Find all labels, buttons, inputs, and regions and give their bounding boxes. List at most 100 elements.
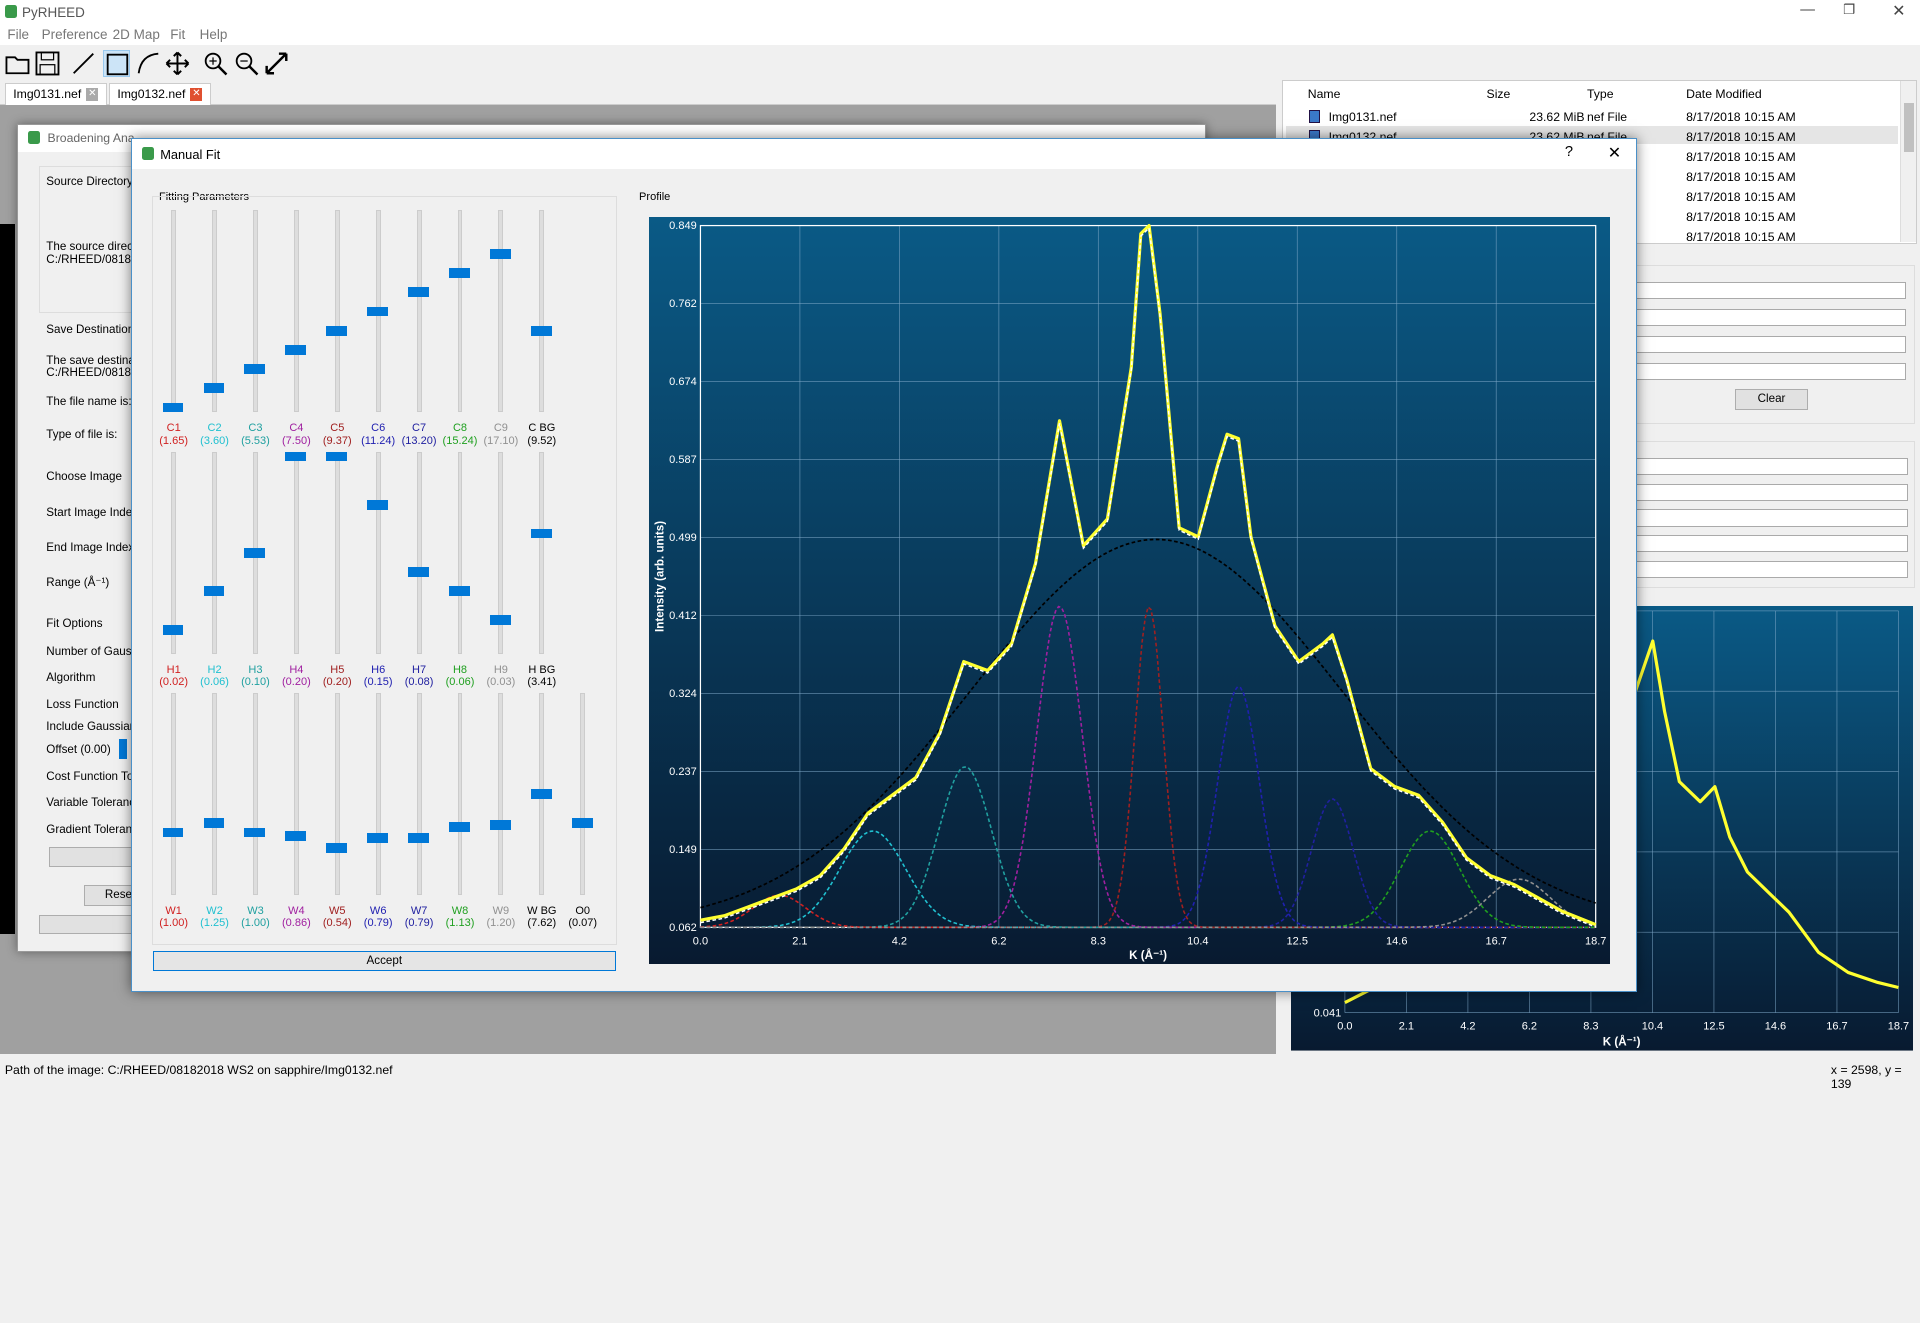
tab-img0131[interactable]: Img0131.nef ✕ — [4, 83, 107, 106]
slider-handle[interactable] — [326, 451, 348, 462]
slider-w3[interactable]: W3 (1.00) — [235, 692, 277, 934]
slider-track[interactable] — [375, 451, 381, 654]
profile-chart[interactable]: 0.0 2.1 4.2 6.2 8.3 10.4 12.5 14.6 16.7 18.7 0.849… — [648, 216, 1611, 964]
right-input-8[interactable] — [1636, 535, 1909, 553]
slider-track[interactable] — [416, 451, 422, 654]
slider-track[interactable] — [539, 210, 545, 413]
slider-track[interactable] — [171, 210, 177, 413]
slider-handle[interactable] — [530, 325, 552, 336]
slider-h1[interactable]: H1 (0.02) — [153, 451, 195, 693]
tab-img0132[interactable]: Img0132.nef ✕ — [108, 83, 211, 106]
col-type[interactable]: Type — [1587, 87, 1614, 101]
slider-c7[interactable]: C7 (13.20) — [398, 210, 440, 451]
menu-help[interactable]: Help — [200, 27, 228, 42]
restore-icon[interactable]: ❐ — [1843, 2, 1855, 18]
zoom-out-icon[interactable] — [233, 50, 260, 77]
slider-track[interactable] — [416, 210, 422, 413]
slider-h6[interactable]: H6 (0.15) — [357, 451, 399, 693]
slider-handle[interactable] — [448, 821, 470, 832]
slider-track[interactable] — [334, 210, 340, 413]
help-icon[interactable]: ? — [1565, 144, 1573, 160]
slider-track[interactable] — [334, 692, 340, 896]
slider-track[interactable] — [171, 692, 177, 896]
slider-track[interactable] — [253, 210, 258, 413]
scrollbar-thumb[interactable] — [1903, 102, 1914, 152]
slider-track[interactable] — [539, 451, 545, 654]
slider-handle[interactable] — [489, 248, 511, 259]
rect-select-icon[interactable] — [102, 50, 130, 78]
slider-c5[interactable]: C5 (9.37) — [316, 210, 358, 451]
slider-track[interactable] — [171, 451, 177, 654]
slider-track[interactable] — [212, 451, 217, 654]
slider-w6[interactable]: W6 (0.79) — [357, 692, 399, 934]
slider-handle[interactable] — [489, 615, 511, 625]
slider-c2[interactable]: C2 (3.60) — [194, 210, 236, 451]
menu-preference[interactable]: Preference — [42, 27, 108, 42]
slider-handle[interactable] — [367, 306, 388, 317]
clear-button[interactable]: Clear — [1735, 389, 1808, 411]
slider-h3[interactable]: H3 (0.10) — [235, 451, 277, 693]
slider-handle[interactable] — [285, 451, 307, 462]
slider-track[interactable] — [212, 692, 217, 896]
menu-fit[interactable]: Fit — [170, 27, 185, 42]
right-input-4[interactable] — [1636, 362, 1906, 380]
slider-c6[interactable]: C6 (11.24) — [357, 210, 399, 451]
slider-w5[interactable]: W5 (0.54) — [316, 692, 358, 934]
slider-w-bg[interactable]: W BG (7.62) — [521, 692, 563, 934]
slider-c1[interactable]: C1 (1.65) — [153, 210, 195, 451]
right-input-6[interactable] — [1636, 483, 1909, 501]
slider-h8[interactable]: H8 (0.06) — [439, 451, 481, 693]
slider-w7[interactable]: W7 (0.79) — [398, 692, 440, 934]
slider-handle[interactable] — [448, 268, 470, 278]
slider-w1[interactable]: W1 (1.00) — [153, 692, 195, 934]
zoom-in-icon[interactable] — [202, 50, 229, 77]
open-folder-icon[interactable] — [4, 50, 31, 77]
slider-track[interactable] — [212, 210, 217, 413]
slider-c4[interactable]: C4 (7.50) — [276, 210, 318, 451]
slider-track[interactable] — [457, 451, 463, 654]
slider-w4[interactable]: W4 (0.86) — [276, 692, 318, 934]
slider-c3[interactable]: C3 (5.53) — [235, 210, 277, 451]
slider-c8[interactable]: C8 (15.24) — [439, 210, 481, 451]
slider-track[interactable] — [253, 692, 258, 896]
slider-track[interactable] — [416, 692, 422, 896]
slider-handle[interactable] — [244, 827, 266, 838]
slider-h9[interactable]: H9 (0.03) — [480, 451, 522, 693]
col-name[interactable]: Name — [1308, 87, 1341, 101]
tab-close-icon[interactable]: ✕ — [190, 88, 203, 101]
slider-handle[interactable] — [571, 817, 593, 828]
accept-button[interactable]: Accept — [152, 951, 616, 971]
slider-handle[interactable] — [203, 817, 225, 828]
right-input-3[interactable] — [1636, 335, 1906, 353]
minimize-icon[interactable]: — — [1800, 2, 1815, 18]
slider-w2[interactable]: W2 (1.25) — [194, 692, 236, 934]
slider-track[interactable] — [580, 692, 586, 896]
slider-h5[interactable]: H5 (0.20) — [316, 451, 358, 693]
slider-handle[interactable] — [367, 499, 388, 510]
slider-handle[interactable] — [244, 547, 266, 558]
slider-track[interactable] — [293, 210, 299, 413]
pan-icon[interactable] — [164, 50, 191, 77]
right-input-7[interactable] — [1636, 509, 1909, 527]
slider-h-bg[interactable]: H BG (3.41) — [521, 451, 563, 693]
slider-handle[interactable] — [367, 833, 388, 844]
slider-handle[interactable] — [285, 831, 307, 842]
offset-slider-handle[interactable] — [118, 739, 128, 760]
slider-handle[interactable] — [203, 586, 225, 597]
arc-tool-icon[interactable] — [135, 50, 162, 77]
slider-track[interactable] — [334, 451, 340, 654]
slider-track[interactable] — [498, 692, 504, 896]
slider-handle[interactable] — [408, 833, 429, 844]
slider-handle[interactable] — [162, 827, 184, 838]
slider-track[interactable] — [457, 210, 463, 413]
slider-handle[interactable] — [244, 364, 266, 375]
col-size[interactable]: Size — [1487, 87, 1511, 101]
slider-handle[interactable] — [408, 567, 429, 577]
file-list-scrollbar[interactable] — [1900, 80, 1917, 243]
slider-track[interactable] — [457, 692, 463, 896]
right-input-9[interactable] — [1636, 560, 1909, 579]
save-icon[interactable] — [34, 50, 61, 77]
slider-handle[interactable] — [530, 528, 552, 539]
slider-track[interactable] — [375, 692, 381, 896]
slider-handle[interactable] — [162, 402, 184, 413]
